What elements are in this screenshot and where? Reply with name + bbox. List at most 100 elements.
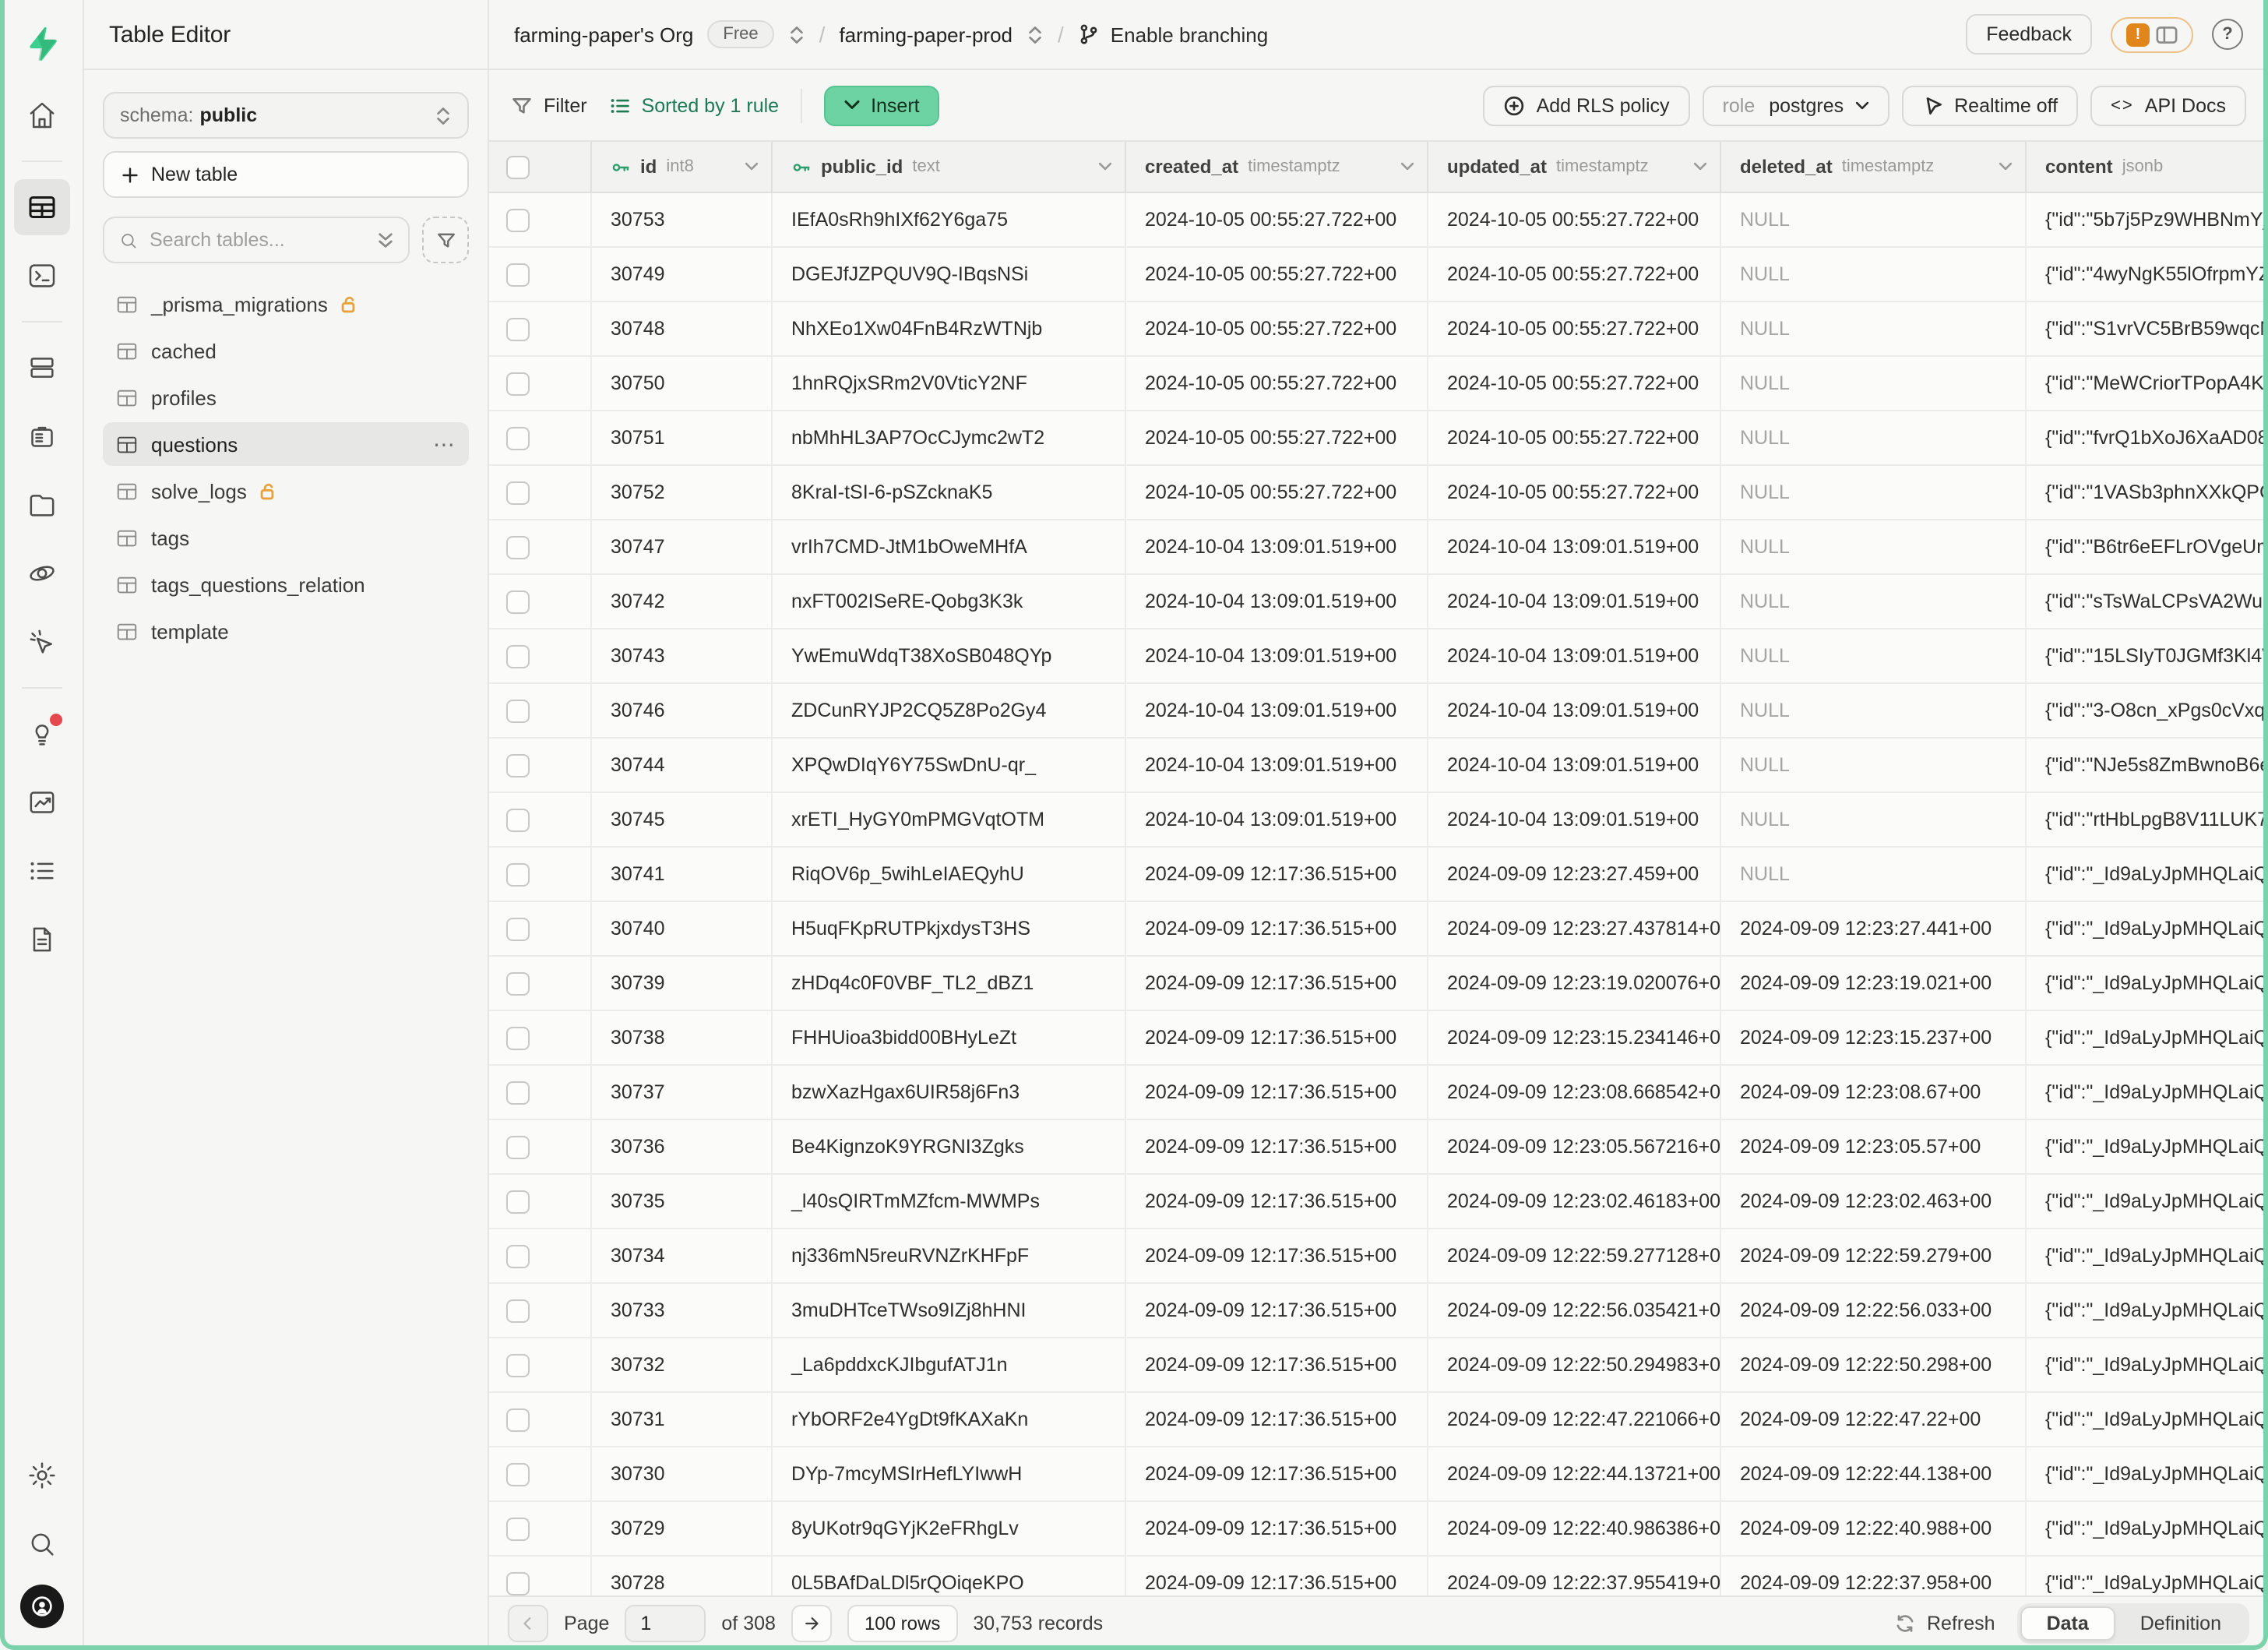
help-button[interactable]: ? [2212, 19, 2243, 50]
cell-updated-at[interactable]: 2024-09-09 12:23:27.459+00 [1428, 848, 1721, 901]
home-icon[interactable] [13, 87, 69, 143]
row-checkbox-cell[interactable] [489, 957, 592, 1010]
cell-deleted-at[interactable]: NULL [1721, 411, 2027, 464]
cell-updated-at[interactable]: 2024-09-09 12:23:27.437814+00 [1428, 902, 1721, 955]
cell-id[interactable]: 30730 [592, 1447, 773, 1500]
select-all-checkbox[interactable] [506, 155, 530, 178]
cell-deleted-at[interactable]: 2024-09-09 12:22:40.988+00 [1721, 1502, 2027, 1555]
realtime-icon[interactable] [13, 614, 69, 670]
cell-content[interactable]: {"id":"S1vrVC5BrB59wqcM4 [2027, 302, 2268, 355]
row-checkbox-cell[interactable] [489, 357, 592, 410]
cell-content[interactable]: {"id":"fvrQ1bXoJ6XaAD08G [2027, 411, 2268, 464]
cell-created-at[interactable]: 2024-09-09 12:17:36.515+00 [1126, 1175, 1428, 1228]
row-checkbox[interactable] [506, 1517, 530, 1540]
row-checkbox-cell[interactable] [489, 1393, 592, 1446]
cell-updated-at[interactable]: 2024-09-09 12:22:37.955419+00 [1428, 1557, 1721, 1595]
org-name[interactable]: farming-paper's Org [514, 23, 693, 46]
cell-created-at[interactable]: 2024-10-05 00:55:27.722+00 [1126, 193, 1428, 246]
row-checkbox-cell[interactable] [489, 1066, 592, 1119]
table-row[interactable]: 30752 8KraI-tSI-6-pSZcknaK5 2024-10-05 0… [489, 466, 2268, 520]
row-checkbox-cell[interactable] [489, 1120, 592, 1173]
table-row[interactable]: 30732 _La6pddxcKJIbgufATJ1n 2024-09-09 1… [489, 1338, 2268, 1393]
cell-deleted-at[interactable]: 2024-09-09 12:23:19.021+00 [1721, 957, 2027, 1010]
cell-content[interactable]: {"id":"rtHbLpgB8V11LUK7152 [2027, 793, 2268, 846]
cell-id[interactable]: 30731 [592, 1393, 773, 1446]
cell-created-at[interactable]: 2024-10-05 00:55:27.722+00 [1126, 466, 1428, 519]
cell-created-at[interactable]: 2024-10-05 00:55:27.722+00 [1126, 411, 1428, 464]
database-icon[interactable] [13, 340, 69, 396]
cell-content[interactable]: {"id":"_Id9aLyJpMHQLaiQC [2027, 1066, 2268, 1119]
row-checkbox-cell[interactable] [489, 575, 592, 628]
cell-public-id[interactable]: nj336mN5reuRVNZrKHFpF [773, 1229, 1126, 1282]
table-row[interactable]: 30730 DYp-7mcyMSIrHefLYIwwH 2024-09-09 1… [489, 1447, 2268, 1502]
cell-id[interactable]: 30740 [592, 902, 773, 955]
cell-public-id[interactable]: DYp-7mcyMSIrHefLYIwwH [773, 1447, 1126, 1500]
filter-tables-button[interactable] [422, 217, 469, 263]
cell-deleted-at[interactable]: 2024-09-09 12:22:50.298+00 [1721, 1338, 2027, 1391]
row-checkbox-cell[interactable] [489, 1447, 592, 1500]
chevron-down-icon[interactable] [1693, 162, 1707, 171]
page-input[interactable] [625, 1605, 706, 1642]
cell-content[interactable]: {"id":"_Id9aLyJpMHQLaiQC [2027, 902, 2268, 955]
table-row[interactable]: 30750 1hnRQjxSRm2V0VticY2NF 2024-10-05 0… [489, 357, 2268, 411]
cell-updated-at[interactable]: 2024-09-09 12:22:56.035421+00 [1428, 1284, 1721, 1337]
api-docs-button[interactable]: <> API Docs [2090, 85, 2246, 125]
row-checkbox-cell[interactable] [489, 848, 592, 901]
chevron-down-icon[interactable] [745, 162, 759, 171]
rows-per-page-button[interactable]: 100 rows [847, 1605, 957, 1642]
cell-content[interactable]: {"id":"_Id9aLyJpMHQLaiQC [2027, 1393, 2268, 1446]
column-header-content[interactable]: content jsonb [2027, 142, 2268, 192]
cell-id[interactable]: 30748 [592, 302, 773, 355]
cell-content[interactable]: {"id":"B6tr6eEFLrOVgeUmH [2027, 520, 2268, 573]
cell-updated-at[interactable]: 2024-10-04 13:09:01.519+00 [1428, 684, 1721, 737]
cell-deleted-at[interactable]: 2024-09-09 12:22:37.958+00 [1721, 1557, 2027, 1595]
project-name[interactable]: farming-paper-prod [839, 23, 1012, 46]
advisors-icon[interactable] [13, 706, 69, 762]
cell-id[interactable]: 30732 [592, 1338, 773, 1391]
cell-updated-at[interactable]: 2024-10-05 00:55:27.722+00 [1428, 302, 1721, 355]
cell-updated-at[interactable]: 2024-09-09 12:22:47.221066+00 [1428, 1393, 1721, 1446]
cell-public-id[interactable]: YwEmuWdqT38XoSB048QYp [773, 629, 1126, 682]
row-checkbox[interactable] [506, 971, 530, 995]
cell-content[interactable]: {"id":"_Id9aLyJpMHQLaiQC [2027, 848, 2268, 901]
cell-public-id[interactable]: ZDCunRYJP2CQ5Z8Po2Gy4 [773, 684, 1126, 737]
cell-created-at[interactable]: 2024-09-09 12:17:36.515+00 [1126, 1393, 1428, 1446]
cell-updated-at[interactable]: 2024-09-09 12:22:44.13721+00 [1428, 1447, 1721, 1500]
feedback-button[interactable]: Feedback [1966, 14, 2092, 55]
cell-content[interactable]: {"id":"_Id9aLyJpMHQLaiQC [2027, 1284, 2268, 1337]
cell-created-at[interactable]: 2024-09-09 12:17:36.515+00 [1126, 1338, 1428, 1391]
table-row[interactable]: 30743 YwEmuWdqT38XoSB048QYp 2024-10-04 1… [489, 629, 2268, 684]
cell-deleted-at[interactable]: NULL [1721, 248, 2027, 301]
settings-icon[interactable] [13, 1447, 69, 1504]
cell-public-id[interactable]: H5uqFKpRUTPkjxdysT3HS [773, 902, 1126, 955]
cell-created-at[interactable]: 2024-09-09 12:17:36.515+00 [1126, 957, 1428, 1010]
cell-deleted-at[interactable]: NULL [1721, 193, 2027, 246]
row-checkbox-cell[interactable] [489, 1284, 592, 1337]
cell-public-id[interactable]: 8yUKotr9qGYjK2eFRhgLv [773, 1502, 1126, 1555]
cell-content[interactable]: {"id":"3-O8cn_xPgs0cVxqKB [2027, 684, 2268, 737]
cell-public-id[interactable]: 0L5BAfDaLDl5rQOiqeKPO [773, 1557, 1126, 1595]
row-checkbox-cell[interactable] [489, 1338, 592, 1391]
cell-id[interactable]: 30741 [592, 848, 773, 901]
row-checkbox-cell[interactable] [489, 466, 592, 519]
cell-public-id[interactable]: vrIh7CMD-JtM1bOweMHfA [773, 520, 1126, 573]
cell-created-at[interactable]: 2024-10-04 13:09:01.519+00 [1126, 575, 1428, 628]
row-checkbox-cell[interactable] [489, 684, 592, 737]
cell-created-at[interactable]: 2024-09-09 12:17:36.515+00 [1126, 1557, 1428, 1595]
row-checkbox-cell[interactable] [489, 793, 592, 846]
cell-created-at[interactable]: 2024-09-09 12:17:36.515+00 [1126, 1229, 1428, 1282]
cell-id[interactable]: 30743 [592, 629, 773, 682]
cell-updated-at[interactable]: 2024-09-09 12:23:05.567216+00 [1428, 1120, 1721, 1173]
cell-public-id[interactable]: XPQwDIqY6Y75SwDnU-qr_ [773, 739, 1126, 792]
cell-content[interactable]: {"id":"_Id9aLyJpMHQLaiQC [2027, 1447, 2268, 1500]
cell-content[interactable]: {"id":"_Id9aLyJpMHQLaiQC [2027, 1175, 2268, 1228]
sidebar-table-item[interactable]: questions ⋯ [103, 422, 469, 466]
cell-updated-at[interactable]: 2024-09-09 12:23:15.234146+00 [1428, 1011, 1721, 1064]
cell-created-at[interactable]: 2024-09-09 12:17:36.515+00 [1126, 1502, 1428, 1555]
cell-content[interactable]: {"id":"1VASb3phnXXkQPCpv [2027, 466, 2268, 519]
refresh-button[interactable]: Refresh [1894, 1613, 1995, 1634]
cell-deleted-at[interactable]: NULL [1721, 629, 2027, 682]
row-checkbox[interactable] [506, 317, 530, 340]
cell-updated-at[interactable]: 2024-10-05 00:55:27.722+00 [1428, 411, 1721, 464]
cell-deleted-at[interactable]: NULL [1721, 848, 2027, 901]
